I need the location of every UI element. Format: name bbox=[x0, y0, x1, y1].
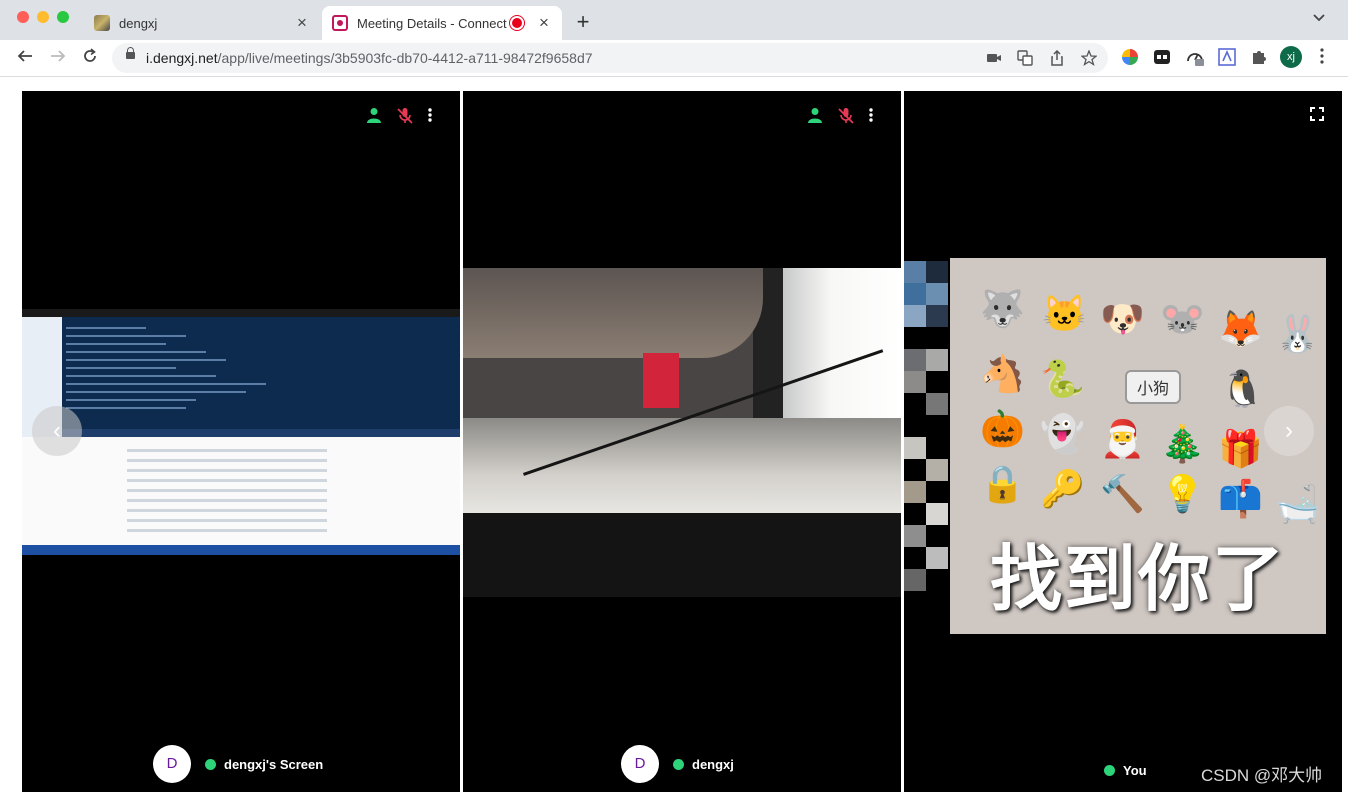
new-tab-button[interactable]: + bbox=[573, 9, 593, 35]
mic-off-icon[interactable] bbox=[837, 107, 857, 124]
minimize-window-button[interactable] bbox=[37, 11, 49, 23]
pinwheel-extension-icon[interactable] bbox=[1120, 47, 1140, 67]
document-extension-icon[interactable] bbox=[1217, 47, 1237, 67]
forward-button[interactable] bbox=[47, 47, 69, 69]
previous-arrow-icon[interactable]: ‹ bbox=[32, 406, 82, 456]
tab-favicon-icon bbox=[94, 15, 110, 31]
url-text: i.dengxj.net/app/live/meetings/3b5903fc-… bbox=[146, 50, 593, 66]
close-window-button[interactable] bbox=[17, 11, 29, 23]
more-vert-icon[interactable] bbox=[427, 107, 447, 123]
participant-name: dengxj's Screen bbox=[224, 756, 324, 772]
online-status-icon bbox=[1104, 765, 1115, 776]
sticker-caption: 找到你了 bbox=[989, 540, 1286, 620]
maximize-window-button[interactable] bbox=[57, 11, 69, 23]
next-arrow-icon[interactable]: › bbox=[1264, 406, 1314, 456]
tab-strip: dengxj × Meeting Details - Connect × + bbox=[0, 0, 1348, 40]
fullscreen-icon[interactable] bbox=[1310, 107, 1324, 121]
speed-gauge-icon[interactable] bbox=[1185, 47, 1205, 67]
reload-button[interactable] bbox=[79, 47, 101, 69]
tab-title: dengxj bbox=[119, 15, 158, 31]
tab-search-chevron-icon[interactable] bbox=[1313, 10, 1325, 25]
online-status-icon bbox=[205, 758, 216, 770]
participant-tile-screen[interactable]: ‹ D dengxj's Screen bbox=[22, 91, 460, 792]
participant-label: You bbox=[1104, 763, 1147, 778]
participant-label: D dengxj bbox=[621, 744, 734, 784]
profile-avatar[interactable]: xj bbox=[1280, 46, 1302, 68]
tab-extension-icon[interactable] bbox=[1152, 47, 1172, 67]
translate-icon[interactable] bbox=[1017, 50, 1033, 66]
tab-close-button[interactable]: × bbox=[536, 14, 552, 31]
browser-toolbar: i.dengxj.net/app/live/meetings/3b5903fc-… bbox=[0, 40, 1348, 77]
online-status-icon bbox=[673, 758, 684, 770]
participant-tile-dengxj[interactable]: D dengxj bbox=[463, 91, 901, 792]
watermark: CSDN @邓大帅 bbox=[1201, 766, 1323, 785]
person-icon[interactable] bbox=[366, 107, 386, 123]
recording-icon bbox=[512, 18, 522, 28]
lock-icon bbox=[126, 47, 135, 59]
back-button[interactable] bbox=[14, 47, 36, 69]
sticker-label: 小狗 bbox=[1125, 370, 1182, 404]
participant-tile-you[interactable]: 🐺 🐱 🐶 🐭 🦊 🐰 🐴 🐍 🐧 🎃 👻 🎅 🎄 🎁 🔒 🔑 🔨 💡 📫 🛁 … bbox=[904, 91, 1342, 792]
tab-dengxj[interactable]: dengxj × bbox=[84, 6, 320, 40]
tab-close-button[interactable]: × bbox=[294, 14, 310, 31]
avatar: D bbox=[153, 745, 191, 783]
share-icon[interactable] bbox=[1049, 49, 1065, 66]
tab-meeting-details[interactable]: Meeting Details - Connect × bbox=[322, 6, 562, 40]
participant-name: dengxj bbox=[692, 756, 734, 772]
avatar: D bbox=[621, 745, 659, 783]
participant-label: D dengxj's Screen bbox=[153, 744, 323, 784]
pixelated-background bbox=[904, 261, 952, 601]
browser-menu-icon[interactable] bbox=[1318, 48, 1326, 69]
bookmark-star-icon[interactable] bbox=[1080, 49, 1098, 67]
camera-icon[interactable] bbox=[986, 50, 1002, 66]
extensions-puzzle-icon[interactable] bbox=[1249, 47, 1269, 67]
connect-logo-icon bbox=[332, 15, 348, 31]
participant-name: You bbox=[1123, 763, 1147, 778]
mic-off-icon[interactable] bbox=[396, 107, 416, 124]
more-vert-icon[interactable] bbox=[868, 107, 888, 123]
tab-title: Meeting Details - Connect bbox=[357, 15, 507, 31]
person-icon[interactable] bbox=[807, 107, 827, 123]
shared-screen-video bbox=[22, 309, 460, 555]
address-bar[interactable]: i.dengxj.net/app/live/meetings/3b5903fc-… bbox=[112, 43, 1108, 73]
camera-video bbox=[463, 268, 901, 597]
